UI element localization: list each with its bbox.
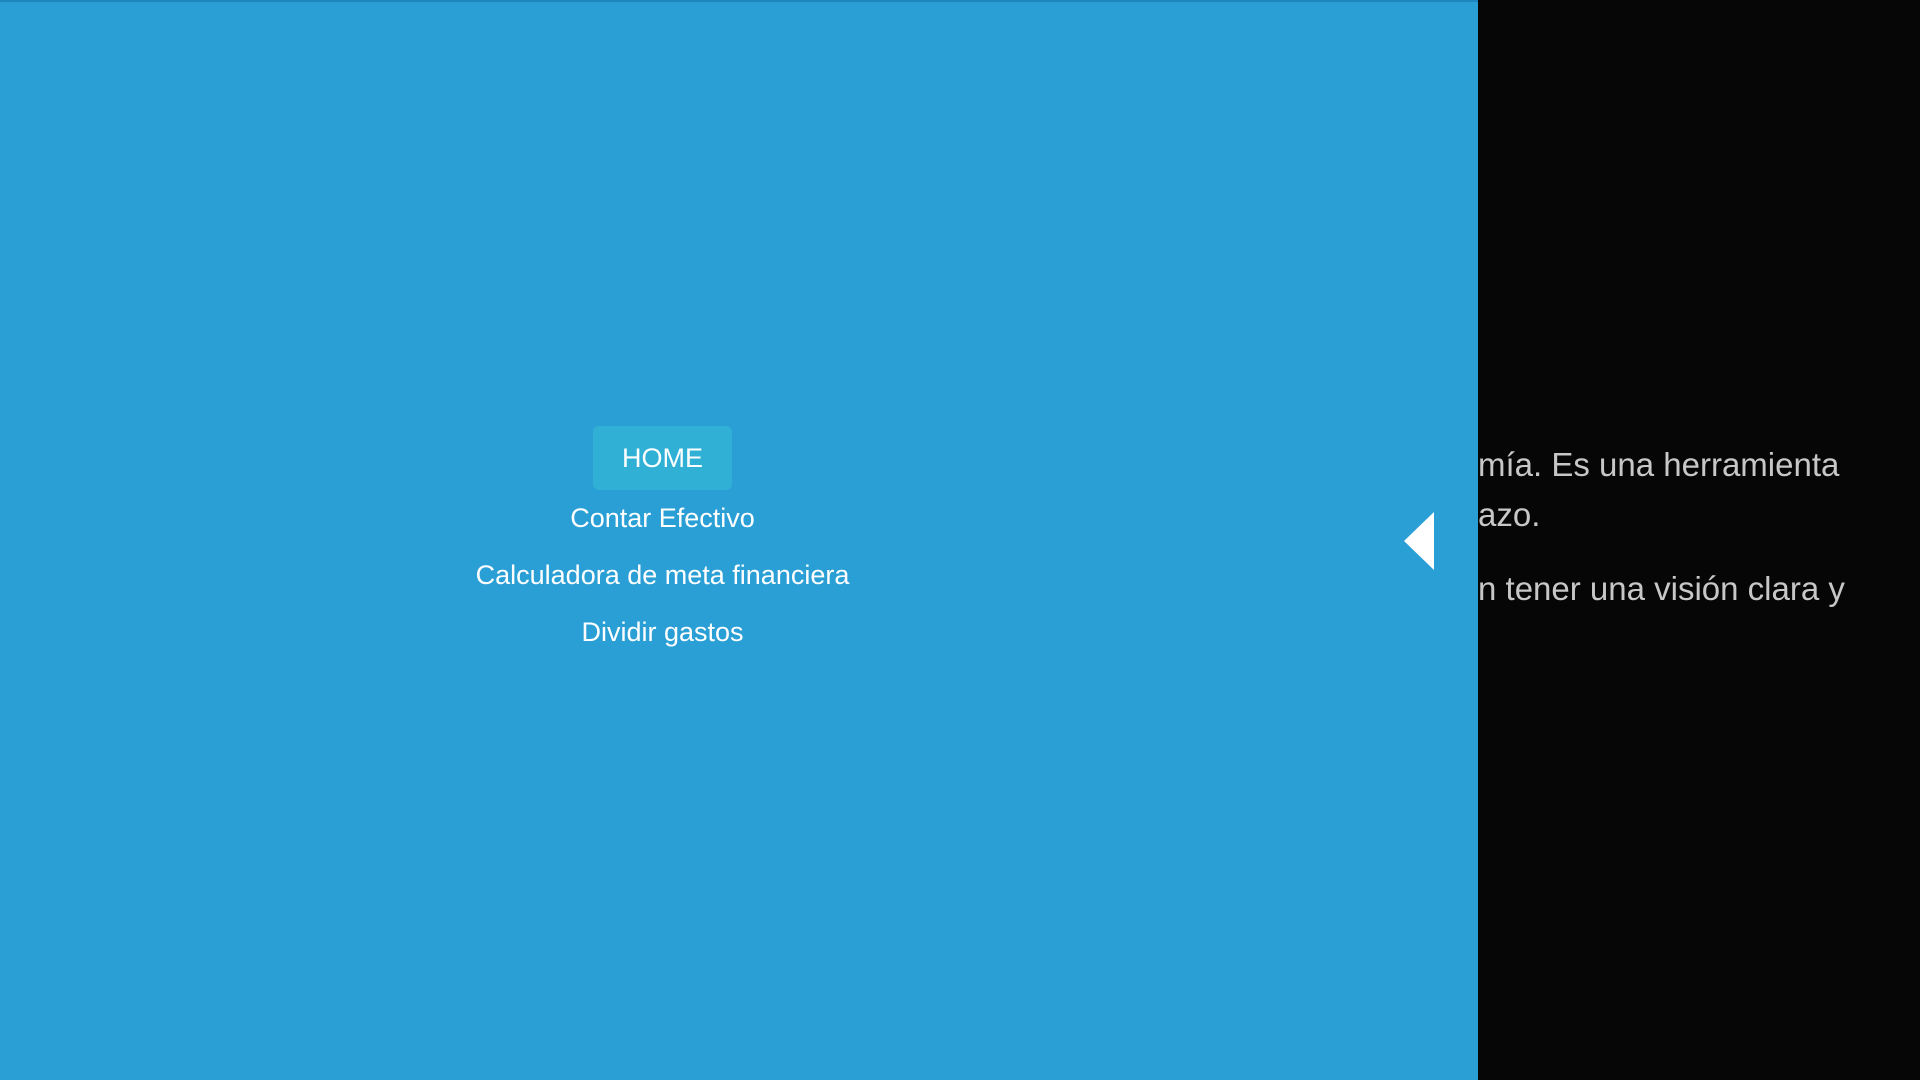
menu-item-calculadora-meta-financiera[interactable]: Calculadora de meta financiera	[460, 557, 866, 593]
navigation-drawer: HOME Contar Efectivo Calculadora de meta…	[0, 0, 1478, 1080]
background-text-line: n tener una visión clara y	[1478, 570, 1845, 607]
background-text-line: mía. Es una herramienta	[1478, 446, 1840, 483]
menu-item-contar-efectivo[interactable]: Contar Efectivo	[554, 500, 771, 536]
menu-item-dividir-gastos[interactable]: Dividir gastos	[565, 614, 759, 650]
menu-item-home[interactable]: HOME	[593, 426, 732, 490]
drawer-menu: HOME Contar Efectivo Calculadora de meta…	[0, 426, 1325, 671]
app-screen: mía. Es una herramienta azo. n tener una…	[0, 0, 1920, 1080]
background-text-line: azo.	[1478, 496, 1541, 533]
triangle-left-icon[interactable]	[1404, 512, 1434, 570]
background-page-text: mía. Es una herramienta azo. n tener una…	[1478, 440, 1920, 614]
